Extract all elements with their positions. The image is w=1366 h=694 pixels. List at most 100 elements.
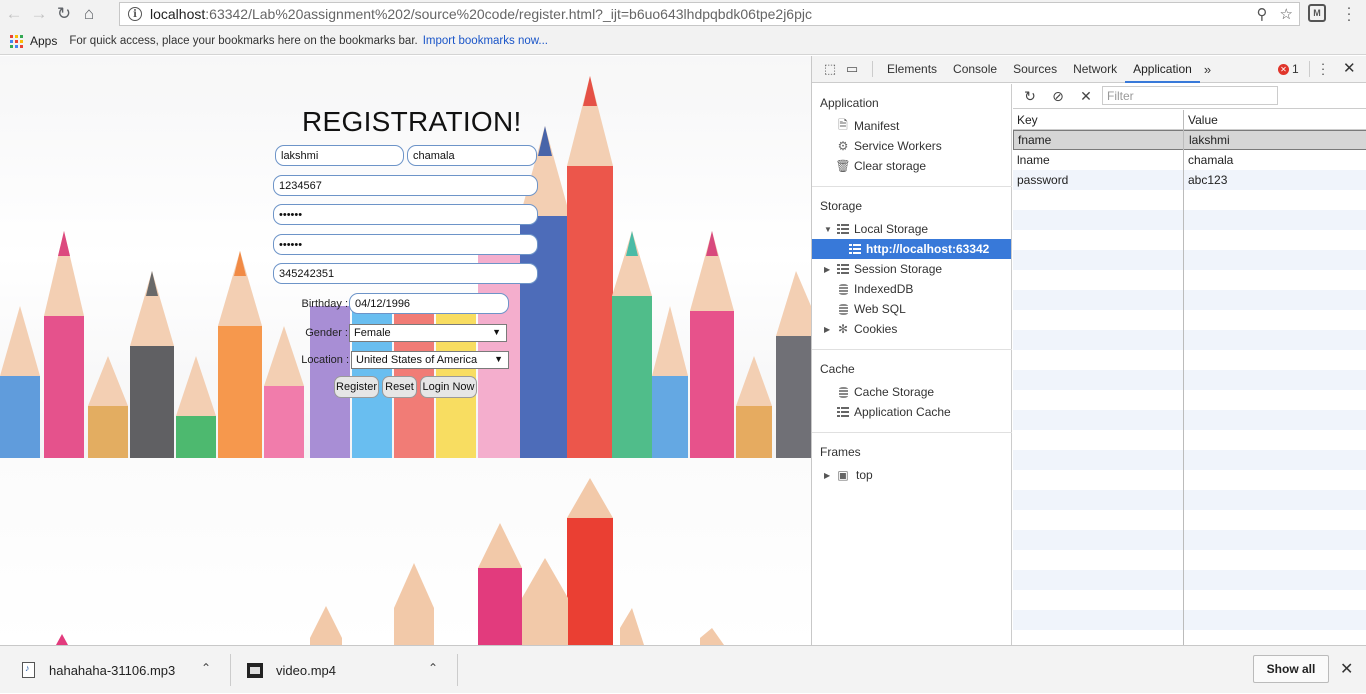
birthday-label: Birthday : xyxy=(301,298,348,310)
number-input[interactable]: 345242351 xyxy=(273,263,538,284)
error-count: 1 xyxy=(1292,62,1299,76)
password-input[interactable]: •••••• xyxy=(273,204,538,225)
audio-file-icon xyxy=(22,662,35,678)
section-divider xyxy=(812,186,1012,187)
key-column-header[interactable]: Key xyxy=(1017,113,1038,127)
sidebar-item-frame-top[interactable]: ▶ ▣ top xyxy=(812,465,1011,485)
sidebar-item-manifest[interactable]: 🗎 Manifest xyxy=(812,116,1011,136)
first-name-input[interactable]: lakshmi xyxy=(275,145,404,166)
error-counter[interactable]: ✕ 1 xyxy=(1278,62,1299,76)
url-text: localhost:63342/Lab%20assignment%202/sou… xyxy=(150,6,812,22)
confirm-password-input[interactable]: •••••• xyxy=(273,234,538,255)
apps-grid-icon[interactable] xyxy=(10,34,23,48)
application-sidebar: Application 🗎 Manifest ⚙ Service Workers… xyxy=(812,84,1012,645)
show-all-downloads-button[interactable]: Show all xyxy=(1253,655,1329,683)
browser-menu-icon[interactable]: · · · xyxy=(1344,0,1354,27)
download-filename: video.mp4 xyxy=(276,662,336,678)
reload-button[interactable]: ↻ xyxy=(53,3,75,25)
empty-table-row xyxy=(1013,310,1366,330)
expanded-triangle-icon[interactable]: ▼ xyxy=(824,225,832,234)
sidebar-item-local-origin[interactable]: http://localhost:63342 xyxy=(812,239,1011,259)
chevron-up-icon[interactable]: ⌃ xyxy=(201,661,211,675)
devtools-menu-icon[interactable]: · · · xyxy=(1319,57,1327,80)
column-divider[interactable] xyxy=(1183,110,1184,645)
filter-input[interactable]: Filter xyxy=(1102,86,1278,105)
more-tabs-icon[interactable]: » xyxy=(1204,62,1211,77)
sidebar-item-service-workers[interactable]: ⚙ Service Workers xyxy=(812,136,1011,156)
clear-all-icon[interactable]: ⊘ xyxy=(1051,88,1065,104)
location-select[interactable]: United States of America ▼ xyxy=(351,351,509,369)
apps-shortcut[interactable]: Apps xyxy=(30,34,57,48)
tab-sources[interactable]: Sources xyxy=(1005,56,1065,83)
site-info-icon[interactable]: i xyxy=(128,7,142,21)
table-row[interactable]: password abc123 xyxy=(1013,170,1366,190)
empty-table-row xyxy=(1013,230,1366,250)
row-key: fname xyxy=(1018,133,1052,147)
tab-network[interactable]: Network xyxy=(1065,56,1125,83)
value-column-header[interactable]: Value xyxy=(1188,113,1218,127)
empty-table-row xyxy=(1013,410,1366,430)
table-row[interactable]: fname lakshmi xyxy=(1013,130,1366,150)
table-row[interactable]: lname chamala xyxy=(1013,150,1366,170)
sidebar-item-local-storage[interactable]: ▼ Local Storage xyxy=(812,219,1011,239)
close-shelf-icon[interactable]: ✕ xyxy=(1340,659,1353,679)
download-item[interactable]: hahahaha-31106.mp3 xyxy=(22,646,175,694)
sidebar-item-session-storage[interactable]: ▶ Session Storage xyxy=(812,259,1011,279)
section-cache: Cache xyxy=(820,362,855,376)
sidebar-item-clear-storage[interactable]: 🗑 Clear storage xyxy=(812,156,1011,176)
refresh-icon[interactable]: ↻ xyxy=(1023,88,1037,104)
gender-select[interactable]: Female ▼ xyxy=(349,324,507,342)
download-shelf: hahahaha-31106.mp3 ⌃ video.mp4 ⌃ Show al… xyxy=(0,645,1366,693)
devtools-panel: ⬚ ▭ Elements Console Sources Network App… xyxy=(811,56,1366,645)
error-icon: ✕ xyxy=(1278,63,1289,75)
tab-application[interactable]: Application xyxy=(1125,56,1200,83)
trash-icon: 🗑 xyxy=(835,159,851,173)
import-bookmarks-link[interactable]: Import bookmarks now... xyxy=(423,35,548,47)
table-icon xyxy=(836,222,850,236)
extension-icon[interactable]: M xyxy=(1308,4,1326,22)
row-value: chamala xyxy=(1188,153,1234,167)
devtools-tabbar: ⬚ ▭ Elements Console Sources Network App… xyxy=(812,56,1366,83)
collapsed-triangle-icon[interactable]: ▶ xyxy=(824,265,830,274)
sidebar-item-indexeddb[interactable]: IndexedDB xyxy=(812,279,1011,299)
zoom-icon[interactable]: ⚲ xyxy=(1257,5,1268,23)
delete-selected-icon[interactable]: ✕ xyxy=(1079,88,1093,104)
back-button[interactable]: ← xyxy=(3,3,25,25)
sidebar-item-cache-storage[interactable]: Cache Storage xyxy=(812,382,1011,402)
bookmark-star-icon[interactable]: ☆ xyxy=(1280,5,1293,23)
empty-table-row xyxy=(1013,370,1366,390)
login-now-button[interactable]: Login Now xyxy=(420,376,477,398)
device-toolbar-icon[interactable]: ▭ xyxy=(844,61,860,77)
empty-table-row xyxy=(1013,530,1366,550)
last-name-input[interactable]: chamala xyxy=(407,145,537,166)
phone-input[interactable]: 1234567 xyxy=(273,175,538,196)
sidebar-item-application-cache[interactable]: Application Cache xyxy=(812,402,1011,422)
collapsed-triangle-icon[interactable]: ▶ xyxy=(824,471,830,480)
empty-table-row xyxy=(1013,630,1366,645)
pencils-background-image-repeat xyxy=(0,458,811,645)
sidebar-item-cookies[interactable]: ▶ ✻ Cookies xyxy=(812,319,1011,339)
reset-button[interactable]: Reset xyxy=(382,376,417,398)
sidebar-item-label: http://localhost:63342 xyxy=(866,242,990,256)
devtools-close-icon[interactable]: ✕ xyxy=(1343,59,1356,77)
tab-elements[interactable]: Elements xyxy=(879,56,945,83)
empty-table-row xyxy=(1013,330,1366,350)
inspect-element-icon[interactable]: ⬚ xyxy=(822,61,838,77)
section-storage: Storage xyxy=(820,199,863,213)
sidebar-item-label: Application Cache xyxy=(854,405,951,419)
register-button[interactable]: Register xyxy=(334,376,379,398)
home-button[interactable]: ⌂ xyxy=(78,3,100,25)
empty-table-row xyxy=(1013,250,1366,270)
sidebar-item-label: Cookies xyxy=(854,322,898,336)
forward-button[interactable]: → xyxy=(28,3,50,25)
tab-console[interactable]: Console xyxy=(945,56,1005,83)
birthday-input[interactable]: 04/12/1996 xyxy=(349,293,509,314)
table-icon xyxy=(836,262,850,276)
sidebar-item-web-sql[interactable]: Web SQL xyxy=(812,299,1011,319)
empty-table-row xyxy=(1013,610,1366,630)
address-bar[interactable]: i localhost:63342/Lab%20assignment%202/s… xyxy=(119,2,1300,26)
database-icon xyxy=(836,302,850,316)
collapsed-triangle-icon[interactable]: ▶ xyxy=(824,325,830,334)
download-item[interactable]: video.mp4 xyxy=(247,646,336,694)
chevron-up-icon[interactable]: ⌃ xyxy=(428,661,438,675)
